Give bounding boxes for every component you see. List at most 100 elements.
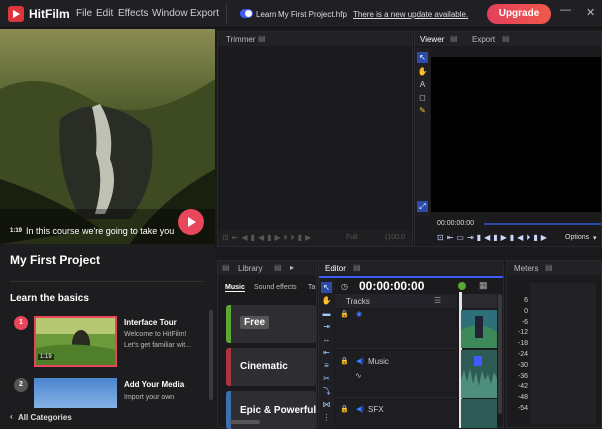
panel-arrow-icon[interactable]: ▸ <box>290 263 294 272</box>
learn-heading: Learn the basics <box>10 293 89 304</box>
editor-timecode[interactable]: 00:00:00:00 <box>359 279 424 293</box>
rate-stretch-tool-icon[interactable]: ⇤ <box>321 347 332 358</box>
select-tool-icon[interactable]: ↖ <box>417 52 428 63</box>
subtab-sound-effects[interactable]: Sound effects <box>254 284 297 291</box>
timeline-ruler[interactable] <box>459 294 497 308</box>
tab-viewer[interactable]: Viewer <box>420 35 444 44</box>
tutorial-number-badge: 1 <box>14 316 28 330</box>
learn-scrollbar[interactable] <box>209 310 213 400</box>
video-clip-thumbnail <box>461 310 497 348</box>
subtab-truncated[interactable]: Ta <box>308 284 316 291</box>
video-caption: In this course we're going to take you <box>26 226 175 236</box>
snap-tool-icon[interactable]: ⤵ <box>321 386 332 397</box>
app-title: HitFilm <box>29 7 70 21</box>
chevron-left-icon[interactable]: ‹ <box>10 412 13 421</box>
link-tool-icon[interactable]: ⋈ <box>321 399 332 410</box>
library-item-label: Free <box>240 316 270 329</box>
meter-scale-label: -24 <box>517 351 528 358</box>
meter-scale-label: -6 <box>521 318 528 326</box>
menu-effects[interactable]: Effects <box>118 8 148 19</box>
subtab-music[interactable]: Music <box>225 284 245 292</box>
razor-tool-icon[interactable]: ✂ <box>321 373 332 384</box>
select-tool-icon[interactable]: ↖ <box>321 282 332 293</box>
section-divider <box>10 281 203 282</box>
slide-tool-icon[interactable]: ≡ <box>321 360 332 371</box>
hand-tool-icon[interactable]: ✋ <box>417 66 428 77</box>
viewer-scrubber[interactable] <box>484 223 601 225</box>
crop-tool-icon[interactable]: ◻ <box>417 92 428 103</box>
hand-tool-icon[interactable]: ✋ <box>321 295 332 306</box>
tracks-menu-icon[interactable]: ☰ <box>434 296 441 305</box>
project-filename: My First Project.hfp <box>278 10 347 19</box>
video-timestamp: 1:19 <box>10 228 23 234</box>
visibility-icon[interactable]: ◉ <box>356 310 362 318</box>
play-button[interactable] <box>178 209 204 235</box>
chevron-down-icon[interactable]: ▾ <box>593 234 597 242</box>
viewer-options-button[interactable]: Options <box>565 234 589 241</box>
meter-scale-label: -54 <box>517 405 528 412</box>
panel-menu-icon[interactable]: ▤ <box>353 263 361 272</box>
meter-scale-label: -18 <box>517 340 528 348</box>
library-scrollbar[interactable] <box>230 420 260 424</box>
slip-tool-icon[interactable]: ▬ <box>321 308 332 319</box>
meter-scale-label: -36 <box>517 372 528 380</box>
library-item-label: Epic & Powerful <box>240 405 317 416</box>
panel-menu-icon[interactable]: ▤ <box>502 34 510 43</box>
play-logo-mark <box>13 10 20 18</box>
panel-menu-icon[interactable]: ▤ <box>545 263 553 272</box>
menu-edit[interactable]: Edit <box>96 8 113 19</box>
tab-editor[interactable]: Editor <box>325 264 346 273</box>
meter-scale-label: -48 <box>517 394 528 402</box>
track-settings-icon[interactable]: ▦ <box>479 280 488 291</box>
viewer-canvas[interactable] <box>431 57 601 212</box>
viewer-timecode: 00:00:00:00 <box>437 220 474 227</box>
viewer-transport-controls[interactable]: ⊡⇤▭⇥▮◀▮▶▮◀⏵▮▶ <box>437 233 550 243</box>
panel-menu-icon[interactable]: ▤ <box>274 263 282 272</box>
menu-file[interactable]: File <box>76 8 92 19</box>
trimmer-transport-controls[interactable]: ⊡⇤◀▮◀▮▶⏵⏵▮▶ <box>222 233 314 243</box>
upgrade-button[interactable]: Upgrade <box>487 4 551 24</box>
tab-trimmer[interactable]: Trimmer <box>226 35 255 44</box>
sfx-clip[interactable] <box>461 399 497 428</box>
panel-menu-icon[interactable]: ▤ <box>450 34 458 43</box>
marker-tool-icon[interactable]: ⋮ <box>321 412 332 423</box>
minimize-button[interactable]: — <box>560 4 571 16</box>
pen-tool-icon[interactable]: ✎ <box>417 105 428 116</box>
editor-active-bar <box>319 276 503 278</box>
fullscreen-toggle-icon[interactable]: ⤢ <box>417 201 428 212</box>
menu-export[interactable]: Export <box>190 8 219 19</box>
close-button[interactable]: ✕ <box>586 6 595 19</box>
panel-menu-icon[interactable]: ▤ <box>222 263 230 272</box>
speaker-icon[interactable]: ◀) <box>356 357 364 365</box>
all-categories-link[interactable]: All Categories <box>18 413 72 422</box>
text-tool-icon[interactable]: A <box>417 79 428 90</box>
video-clip[interactable] <box>461 310 497 348</box>
project-title: My First Project <box>10 253 101 267</box>
trimmer-zoom-select[interactable]: Full <box>346 234 357 241</box>
track-row <box>335 350 457 398</box>
rolling-tool-icon[interactable]: ↔ <box>321 334 332 345</box>
ripple-tool-icon[interactable]: ⇥ <box>321 321 332 332</box>
lock-icon[interactable]: 🔒 <box>340 405 349 413</box>
speaker-icon[interactable]: ◀) <box>356 405 364 413</box>
snap-indicator-icon[interactable] <box>458 282 466 290</box>
tab-export[interactable]: Export <box>472 35 495 44</box>
lock-icon[interactable]: 🔒 <box>340 357 349 365</box>
update-link[interactable]: There is a new update available. <box>353 10 468 19</box>
panel-menu-icon[interactable]: ▤ <box>258 34 266 43</box>
tutorial-title[interactable]: Interface Tour <box>124 318 177 327</box>
track-name: Music <box>368 357 389 366</box>
library-header <box>218 261 316 275</box>
audio-clip[interactable] <box>461 350 497 398</box>
clock-icon: ◷ <box>341 282 348 291</box>
menu-window[interactable]: Window <box>152 8 188 19</box>
lock-icon[interactable]: 🔒 <box>340 310 349 318</box>
editor-header <box>319 261 503 275</box>
tutorial-title[interactable]: Add Your Media <box>124 380 184 389</box>
tab-library[interactable]: Library <box>238 264 262 273</box>
trimmer-panel <box>217 31 413 247</box>
toggle-knob <box>245 10 252 17</box>
waveform-toggle-icon[interactable]: ∿ <box>355 371 362 380</box>
editor-scrollbar[interactable] <box>498 294 502 414</box>
tab-meters[interactable]: Meters <box>514 264 538 273</box>
